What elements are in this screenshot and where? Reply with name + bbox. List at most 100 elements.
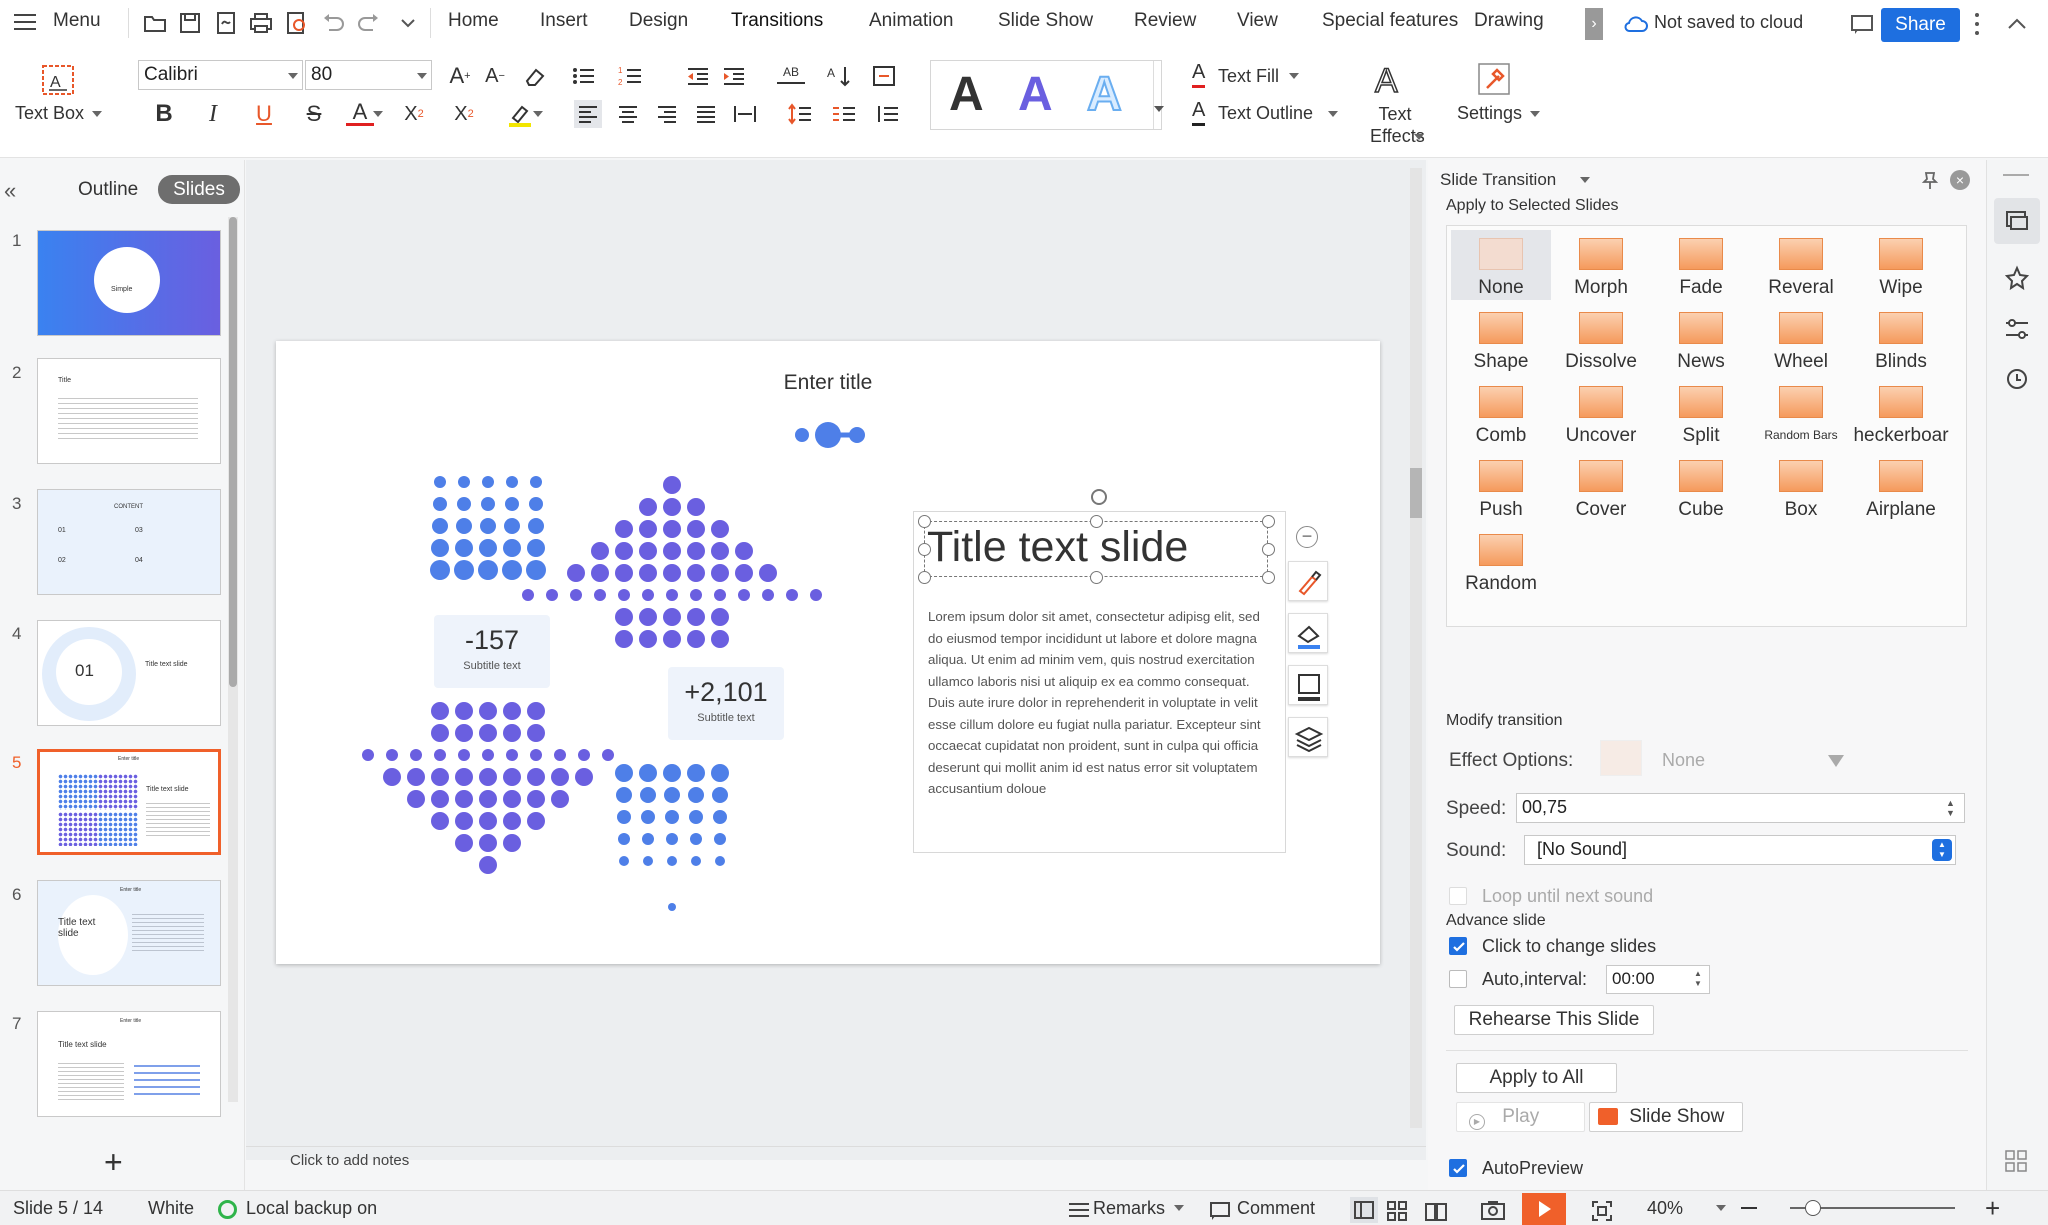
zoom-in-button[interactable]: +	[1985, 1193, 2000, 1224]
line-spacing-icon[interactable]	[786, 100, 814, 128]
transition-cover[interactable]: Cover	[1551, 452, 1651, 522]
sound-select[interactable]: [No Sound]	[1524, 835, 1956, 865]
settings-label[interactable]: Settings	[1457, 103, 1522, 124]
reading-view-icon[interactable]	[1424, 1200, 1448, 1222]
outline-style-icon[interactable]	[1288, 665, 1328, 705]
more-options-icon[interactable]	[1975, 12, 1981, 35]
transition-random[interactable]: Random	[1451, 526, 1551, 596]
open-folder-icon[interactable]	[142, 10, 168, 36]
grid-side-icon[interactable]	[2004, 1149, 2028, 1173]
character-spacing-icon[interactable]: AB	[777, 62, 805, 84]
decrease-font-size-icon[interactable]: A −	[481, 62, 509, 90]
fill-bucket-icon[interactable]	[1288, 613, 1328, 653]
resize-handle[interactable]	[918, 543, 931, 556]
resize-handle[interactable]	[1262, 571, 1275, 584]
speed-input[interactable]: 00,75	[1516, 793, 1965, 823]
selected-title-textbox[interactable]: Title text slide	[924, 521, 1268, 577]
settings-dropdown-icon[interactable]	[1530, 111, 1540, 117]
text-effects-label[interactable]: Text Effects	[1370, 103, 1425, 147]
slide-thumbnail-7[interactable]: Enter title Title text slide	[37, 1011, 221, 1117]
text-box-label[interactable]: Text Box	[15, 103, 84, 124]
transition-push[interactable]: Push	[1451, 452, 1551, 522]
decrease-indent-icon[interactable]	[684, 62, 712, 90]
underline-icon[interactable]: U	[250, 100, 278, 128]
bullets-icon[interactable]	[570, 62, 598, 90]
transition-shape[interactable]: Shape	[1451, 304, 1551, 374]
presenter-tools-icon[interactable]	[1480, 1199, 1506, 1221]
collapse-ribbon-icon[interactable]	[2005, 14, 2029, 34]
resize-handle[interactable]	[1262, 515, 1275, 528]
text-effects-icon[interactable]: A	[1372, 62, 1406, 96]
tab-transitions[interactable]: Transitions	[731, 10, 823, 32]
tab-outline[interactable]: Outline	[78, 179, 138, 201]
customize-chevron-icon[interactable]	[395, 10, 421, 36]
export-pdf-icon[interactable]	[213, 10, 239, 36]
apply-to-all-button[interactable]: Apply to All	[1456, 1063, 1617, 1093]
layers-icon[interactable]	[1288, 717, 1328, 757]
tab-special-features[interactable]: Special features	[1322, 10, 1458, 32]
history-side-icon[interactable]	[1994, 356, 2040, 402]
increase-font-size-icon[interactable]: A +	[446, 62, 474, 90]
add-slide-button[interactable]: +	[104, 1146, 123, 1178]
hamburger-icon[interactable]	[14, 14, 36, 32]
settings-icon[interactable]	[1477, 62, 1511, 96]
comment-button[interactable]: Comment	[1237, 1198, 1315, 1219]
auto-interval-checkbox[interactable]	[1449, 970, 1467, 988]
rotate-handle[interactable]	[1091, 489, 1107, 505]
cloud-status[interactable]: Not saved to cloud	[1654, 12, 1803, 33]
text-direction-icon[interactable]: A	[826, 62, 854, 90]
wordart-style-outline[interactable]: A	[1086, 67, 1123, 122]
slide-thumbnail-4[interactable]: 01 Title text slide	[37, 620, 221, 726]
clear-format-icon[interactable]	[520, 62, 548, 90]
normal-view-icon[interactable]	[1350, 1197, 1378, 1223]
sound-dropdown-icon[interactable]: ▲ ▼	[1932, 839, 1952, 861]
font-name-select[interactable]: Calibri	[138, 60, 303, 90]
transition-blinds[interactable]: Blinds	[1851, 304, 1951, 374]
print-icon[interactable]	[248, 10, 274, 36]
zoom-slider-thumb[interactable]	[1805, 1200, 1821, 1216]
zoom-out-button[interactable]	[1741, 1207, 1757, 1209]
text-fill-dropdown-icon[interactable]	[1289, 73, 1299, 79]
align-text-icon[interactable]	[870, 62, 898, 90]
subscript-icon[interactable]: X2	[450, 100, 478, 128]
panel-title[interactable]: Slide Transition	[1440, 170, 1556, 190]
slide-transition-side-icon[interactable]	[1994, 198, 2040, 244]
share-button[interactable]: Share	[1881, 8, 1960, 42]
backup-status[interactable]: Local backup on	[246, 1198, 377, 1219]
transition-reveral[interactable]: Reveral	[1751, 230, 1851, 300]
slides-scrollbar[interactable]	[228, 217, 238, 1102]
play-slideshow-button[interactable]	[1522, 1193, 1566, 1225]
align-left-icon[interactable]	[574, 100, 602, 128]
resize-handle[interactable]	[918, 571, 931, 584]
tab-slide-show[interactable]: Slide Show	[998, 10, 1093, 32]
pin-icon[interactable]	[1920, 170, 1940, 190]
tab-animation[interactable]: Animation	[869, 10, 954, 32]
slide-sorter-icon[interactable]	[1386, 1200, 1408, 1222]
rehearse-button[interactable]: Rehearse This Slide	[1454, 1005, 1654, 1035]
numbering-icon[interactable]: 12	[617, 62, 645, 90]
resize-handle[interactable]	[1090, 571, 1103, 584]
slide-show-button[interactable]: Slide Show	[1589, 1102, 1743, 1132]
undo-icon[interactable]	[320, 10, 346, 36]
slide-5[interactable]: Enter title -157 Subtitle text +2,101 Su…	[276, 341, 1380, 964]
justify-icon[interactable]	[692, 100, 720, 128]
wordart-style-dark[interactable]: A	[949, 67, 984, 122]
spacing-options-icon[interactable]	[874, 100, 902, 128]
zoom-level[interactable]: 40%	[1647, 1198, 1683, 1219]
distributed-icon[interactable]	[731, 100, 759, 128]
transition-random-bars[interactable]: Random Bars	[1751, 378, 1851, 448]
wordart-more-icon[interactable]	[1154, 106, 1164, 112]
loop-checkbox[interactable]	[1449, 887, 1467, 905]
highlight-icon[interactable]	[506, 100, 534, 128]
effect-options-value[interactable]: None	[1662, 750, 1705, 771]
comment-icon[interactable]	[1208, 1200, 1232, 1222]
panel-title-dropdown-icon[interactable]	[1580, 177, 1590, 183]
transition-cube[interactable]: Cube	[1651, 452, 1751, 522]
slide-thumbnail-3[interactable]: CONTENT 01 03 02 04	[37, 489, 221, 595]
animation-side-icon[interactable]	[1994, 256, 2040, 302]
resize-handle[interactable]	[918, 515, 931, 528]
font-color-icon[interactable]: A	[346, 99, 374, 126]
slide-counter[interactable]: Slide 5 / 14	[13, 1198, 103, 1219]
transition-dissolve[interactable]: Dissolve	[1551, 304, 1651, 374]
increase-indent-icon[interactable]	[720, 62, 748, 90]
